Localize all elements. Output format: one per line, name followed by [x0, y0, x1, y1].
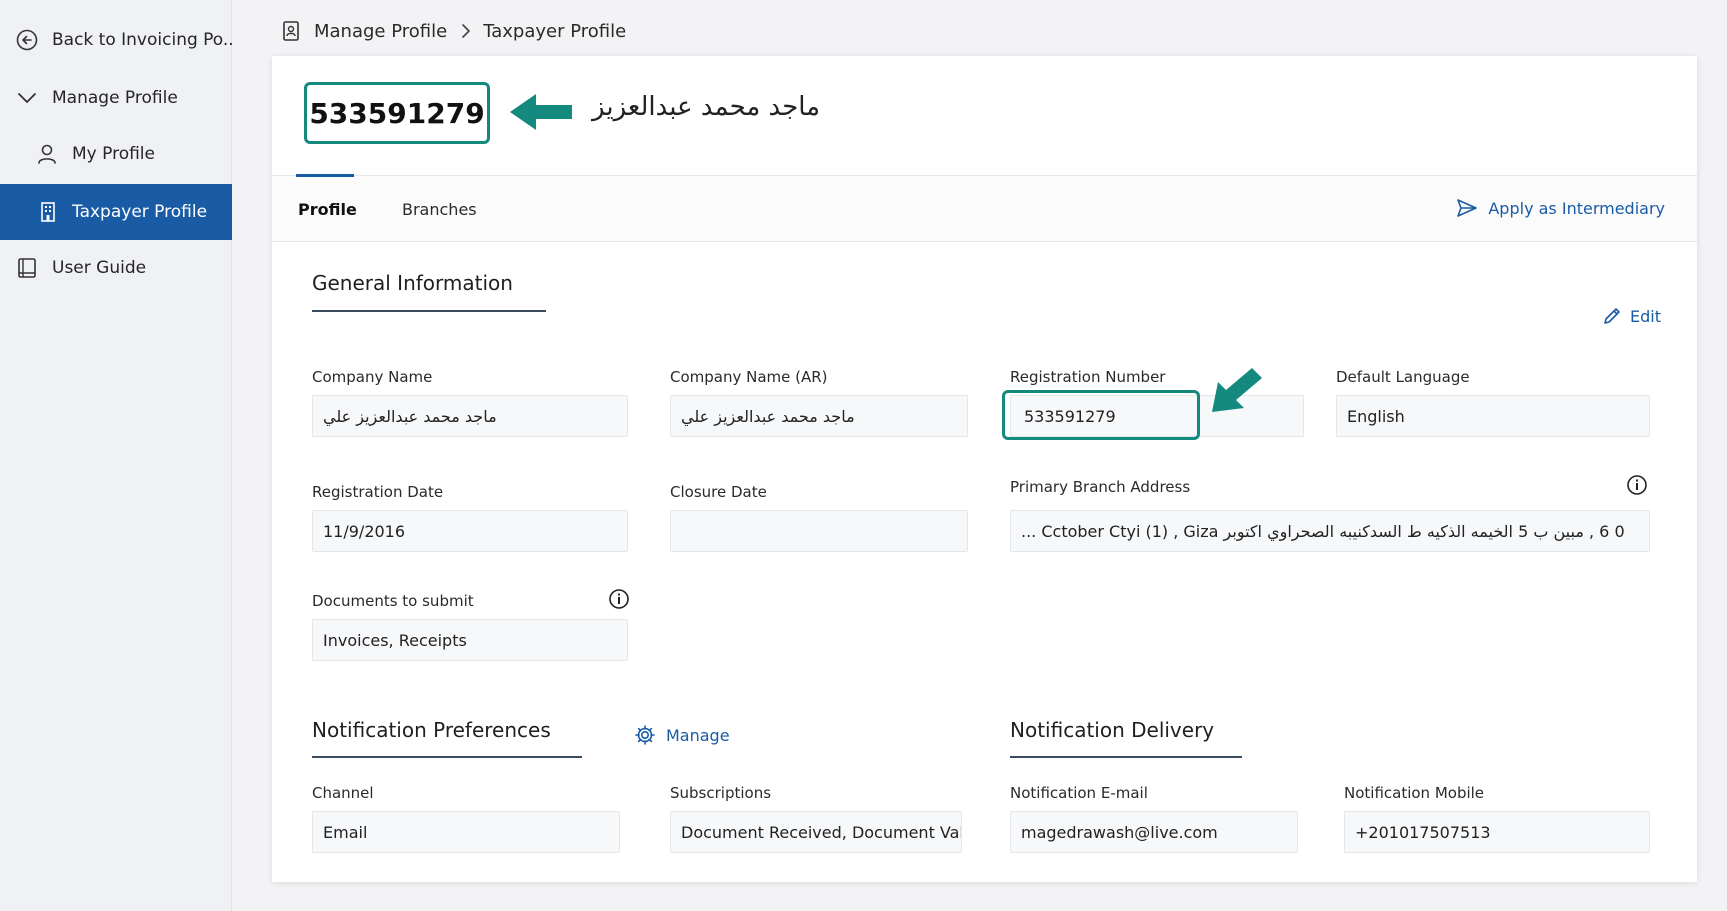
tab-profile[interactable]: Profile — [298, 176, 357, 242]
general-information-underline — [312, 310, 546, 312]
profile-header: 533591279 ماجد محمد عبدالعزيز — [272, 56, 1697, 176]
send-icon — [1457, 199, 1478, 217]
taxpayer-profile-label: Taxpayer Profile — [72, 202, 208, 222]
breadcrumb: Manage Profile Taxpayer Profile — [282, 14, 626, 48]
edit-label: Edit — [1630, 306, 1661, 326]
primary-branch-field: 0 6 , مبين ب 5 الخيمه الذكيه ط السدكنيبه… — [1010, 510, 1650, 552]
arrow-left-icon — [510, 94, 572, 130]
default-language-label: Default Language — [1336, 368, 1470, 386]
sidebar: Back to Invoicing Po... Manage Profile M… — [0, 0, 232, 911]
info-icon[interactable] — [1626, 474, 1648, 496]
back-link-label: Back to Invoicing Po... — [52, 30, 232, 50]
subscriptions-label: Subscriptions — [670, 784, 772, 802]
manage-button[interactable]: Manage — [634, 724, 730, 746]
closure-date-label: Closure Date — [670, 483, 767, 501]
active-tab-indicator — [296, 174, 354, 177]
apply-intermediary-button[interactable]: Apply as Intermediary — [1456, 198, 1665, 218]
manage-profile-label: Manage Profile — [52, 88, 178, 108]
registration-number-highlight — [1002, 390, 1200, 440]
profile-card: 533591279 ماجد محمد عبدالعزيز Profile Br… — [272, 56, 1697, 882]
subscriptions-field: Document Received, Document Vali... — [670, 811, 962, 853]
chevron-right-icon — [462, 24, 471, 38]
building-icon — [41, 202, 55, 222]
company-name-ar-label: Company Name (AR) — [670, 368, 828, 386]
company-name-field: ماجد محمد عبدالعزيز علي — [312, 395, 628, 437]
gear-icon — [635, 725, 655, 745]
notification-preferences-underline — [312, 756, 582, 758]
info-icon[interactable] — [608, 588, 630, 610]
closure-date-field — [670, 510, 968, 552]
notification-delivery-underline — [1010, 756, 1242, 758]
sidebar-item-taxpayer-profile[interactable]: Taxpayer Profile — [0, 184, 232, 240]
sidebar-item-my-profile[interactable]: My Profile — [0, 126, 232, 182]
chevron-down-icon — [18, 93, 36, 103]
manage-profile-toggle[interactable]: Manage Profile — [0, 70, 232, 126]
notification-mobile-field: +201017507513 — [1344, 811, 1650, 853]
registration-date-field: 11/9/2016 — [312, 510, 628, 552]
id-badge-icon — [283, 21, 299, 41]
default-language-field: English — [1336, 395, 1650, 437]
user-guide-label: User Guide — [52, 258, 147, 278]
edit-button[interactable]: Edit — [1602, 306, 1661, 326]
primary-branch-label: Primary Branch Address — [1010, 478, 1191, 496]
notification-email-label: Notification E-mail — [1010, 784, 1148, 802]
tab-branches[interactable]: Branches — [402, 176, 477, 242]
company-name-label: Company Name — [312, 368, 433, 386]
channel-label: Channel — [312, 784, 374, 802]
apply-intermediary-label: Apply as Intermediary — [1488, 198, 1665, 218]
my-profile-label: My Profile — [72, 144, 155, 164]
back-arrow-circle-icon — [16, 29, 38, 51]
taxpayer-id: 533591279 — [309, 96, 485, 130]
sidebar-item-user-guide[interactable]: User Guide — [0, 240, 232, 296]
breadcrumb-separator — [461, 23, 471, 39]
breadcrumb-current: Taxpayer Profile — [483, 20, 627, 42]
book-icon — [18, 258, 36, 278]
notification-delivery-title: Notification Delivery — [1010, 718, 1215, 742]
documents-label: Documents to submit — [312, 592, 474, 610]
pencil-icon — [1604, 308, 1620, 324]
channel-field: Email — [312, 811, 620, 853]
user-icon — [38, 144, 56, 164]
registration-date-label: Registration Date — [312, 483, 444, 501]
notification-preferences-title: Notification Preferences — [312, 718, 551, 742]
manage-label: Manage — [666, 725, 730, 745]
taxpayer-arabic-name: ماجد محمد عبدالعزيز — [592, 92, 821, 122]
documents-field: Invoices, Receipts — [312, 619, 628, 661]
back-to-invoicing-link[interactable]: Back to Invoicing Po... — [0, 12, 232, 68]
notification-email-field: magedrawash@live.com — [1010, 811, 1298, 853]
arrow-down-left-icon — [1212, 368, 1262, 412]
notification-mobile-label: Notification Mobile — [1344, 784, 1485, 802]
company-name-ar-field: ماجد محمد عبدالعزيز علي — [670, 395, 968, 437]
registration-number-label: Registration Number — [1010, 368, 1166, 386]
general-information-title: General Information — [312, 271, 513, 295]
breadcrumb-root[interactable]: Manage Profile — [314, 21, 447, 42]
